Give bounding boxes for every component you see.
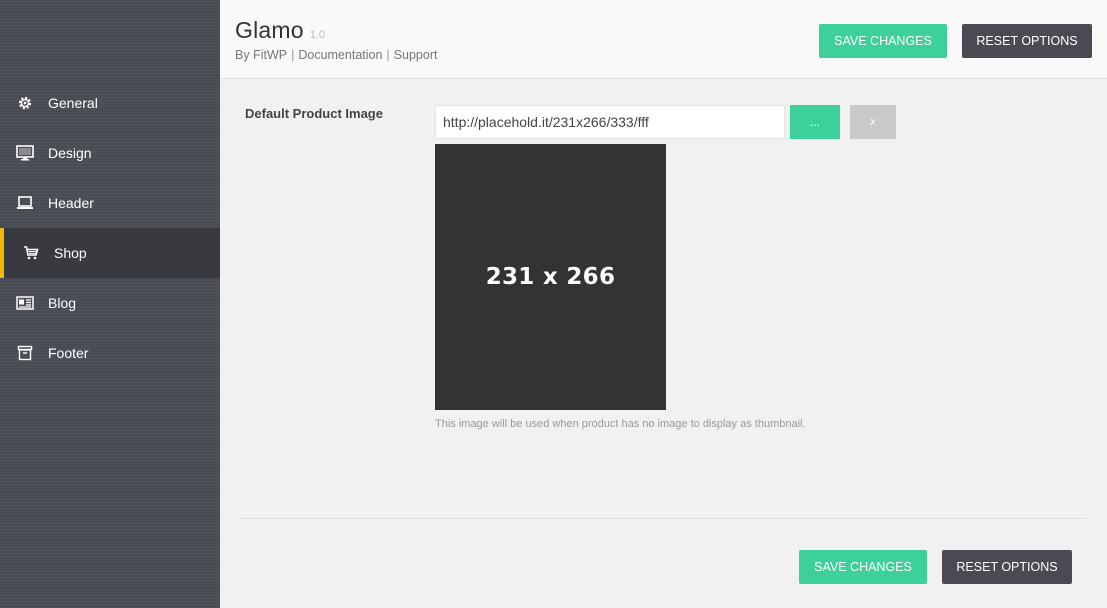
divider bbox=[240, 518, 1086, 519]
laptop-icon bbox=[15, 193, 35, 213]
sidebar-item-general[interactable]: General bbox=[0, 78, 220, 128]
documentation-link[interactable]: Documentation bbox=[298, 48, 382, 62]
gear-icon bbox=[15, 93, 35, 113]
browse-button[interactable]: ... bbox=[790, 105, 840, 139]
byline-separator: | bbox=[386, 48, 390, 62]
author-text: By FitWP bbox=[235, 48, 288, 62]
page-title: Glamo bbox=[235, 17, 304, 43]
sidebar-item-footer[interactable]: Footer bbox=[0, 328, 220, 378]
footer-reset-button[interactable]: RESET OPTIONS bbox=[942, 550, 1072, 584]
title-wrap: Glamo 1.0 bbox=[235, 17, 325, 44]
sidebar: General Design Header Shop Blog Footer bbox=[0, 0, 220, 608]
sidebar-item-label: Design bbox=[48, 145, 92, 161]
sidebar-item-header[interactable]: Header bbox=[0, 178, 220, 228]
image-preview: 231 x 266 bbox=[435, 144, 666, 410]
footer-save-button[interactable]: SAVE CHANGES bbox=[799, 550, 927, 584]
byline: By FitWP | Documentation | Support bbox=[235, 48, 437, 62]
save-button[interactable]: SAVE CHANGES bbox=[819, 24, 947, 58]
sidebar-nav: General Design Header Shop Blog Footer bbox=[0, 78, 220, 378]
sidebar-item-label: Shop bbox=[54, 245, 87, 261]
sidebar-item-label: Header bbox=[48, 195, 94, 211]
newspaper-icon bbox=[15, 293, 35, 313]
reset-button[interactable]: RESET OPTIONS bbox=[962, 24, 1092, 58]
clear-button[interactable]: x bbox=[850, 105, 896, 139]
monitor-icon bbox=[15, 143, 35, 163]
sidebar-item-design[interactable]: Design bbox=[0, 128, 220, 178]
image-url-input[interactable] bbox=[435, 105, 785, 139]
cart-icon bbox=[21, 243, 41, 263]
sidebar-item-blog[interactable]: Blog bbox=[0, 278, 220, 328]
sidebar-item-label: Blog bbox=[48, 295, 77, 311]
field-description: This image will be used when product has… bbox=[435, 418, 806, 430]
byline-separator: | bbox=[291, 48, 295, 62]
archive-icon bbox=[15, 343, 35, 363]
header-bar: Glamo 1.0 By FitWP | Documentation | Support … bbox=[220, 0, 1107, 79]
version-badge: 1.0 bbox=[309, 29, 326, 41]
sidebar-item-shop[interactable]: Shop bbox=[0, 228, 220, 278]
sidebar-item-label: Footer bbox=[48, 345, 89, 361]
support-link[interactable]: Support bbox=[394, 48, 438, 62]
field-label: Default Product Image bbox=[245, 106, 383, 121]
sidebar-item-label: General bbox=[48, 95, 98, 111]
preview-dimensions: 231 x 266 bbox=[485, 264, 616, 290]
